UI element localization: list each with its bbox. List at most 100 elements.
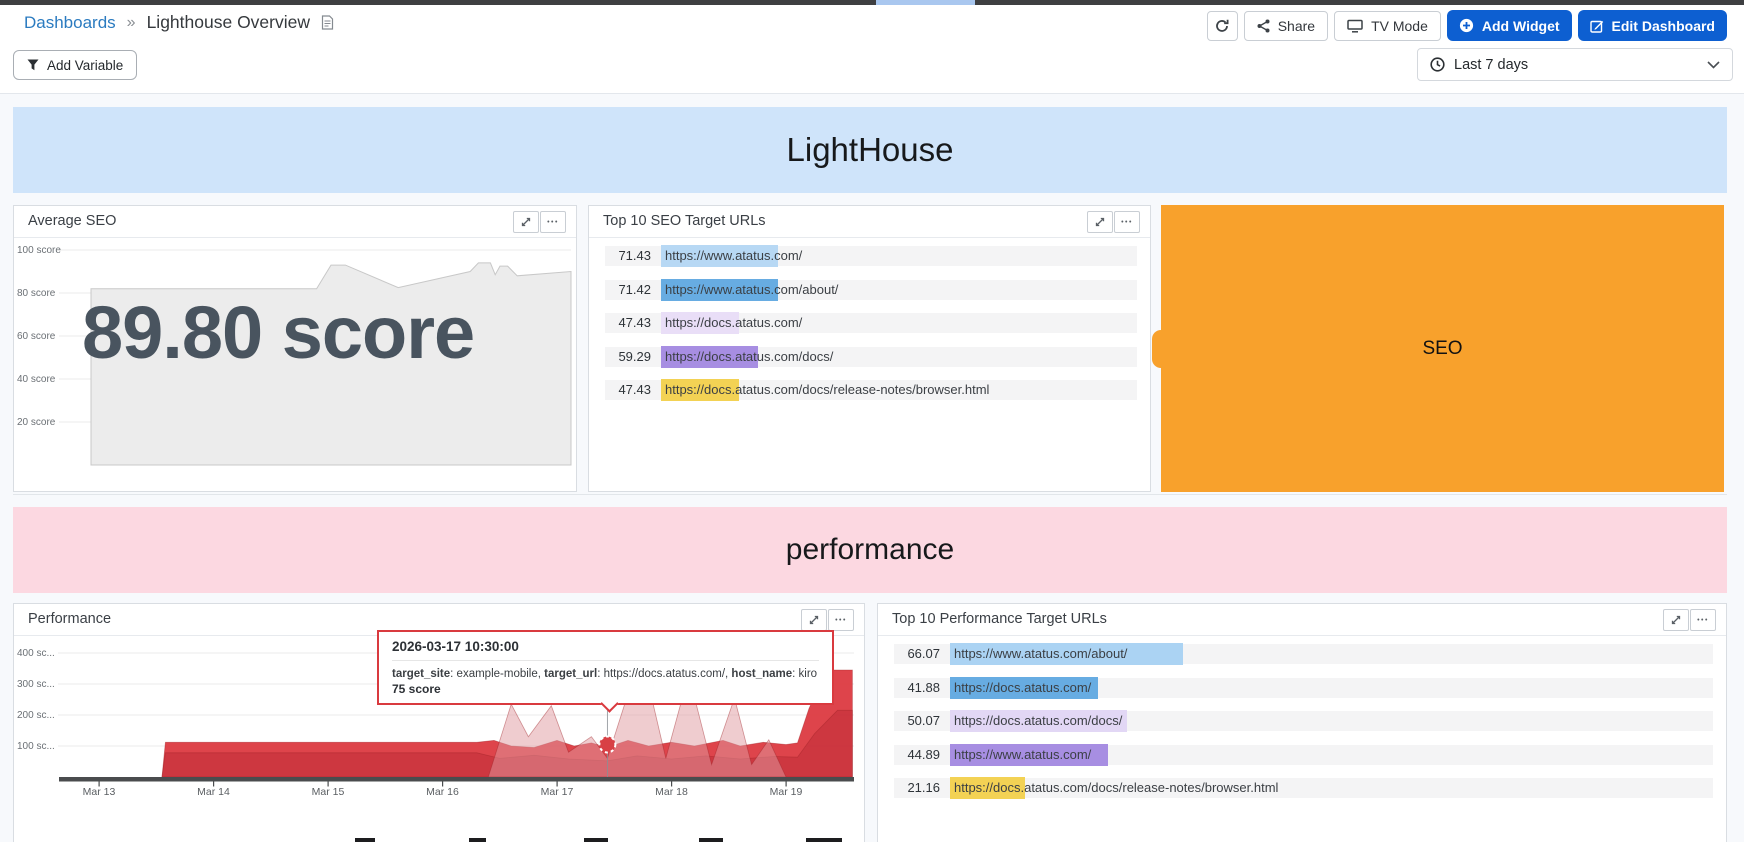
banner-performance-text: performance [786, 533, 954, 567]
row-value: 21.16 [894, 778, 940, 798]
row-value: 47.43 [605, 380, 651, 400]
row-url[interactable]: https://docs.atatus.com/ [665, 313, 802, 333]
svg-text:400 sc...: 400 sc... [17, 648, 55, 659]
add-widget-button[interactable]: Add Widget [1447, 10, 1572, 41]
clock-icon [1430, 57, 1445, 72]
expand-icon[interactable] [513, 211, 539, 233]
row-value: 71.42 [605, 280, 651, 300]
row-url[interactable]: https://www.atatus.com/ [665, 246, 802, 266]
tv-icon [1347, 19, 1363, 33]
widget-title: Performance [28, 611, 111, 627]
widget-drag-handle[interactable] [1152, 330, 1170, 368]
row-url[interactable]: https://docs.atatus.com/docs/release-not… [954, 778, 1278, 798]
row-value: 66.07 [894, 644, 940, 664]
table-row[interactable]: 44.89 https://www.atatus.com/ [894, 745, 1713, 765]
tooltip-score: 75 score [392, 682, 819, 696]
svg-text:80 score: 80 score [17, 288, 56, 299]
scroll-thumb[interactable] [876, 0, 975, 5]
add-variable-button[interactable]: Add Variable [13, 50, 137, 80]
ellipsis-icon[interactable]: ••• [1114, 211, 1140, 233]
expand-icon[interactable] [801, 609, 827, 631]
widget-performance: Performance ••• 400 sc...300 sc...200 sc… [13, 603, 865, 842]
widget-seo-note: SEO [1161, 205, 1724, 492]
filter-icon [27, 59, 39, 71]
breadcrumb: Dashboards » Lighthouse Overview [24, 12, 334, 33]
widget-average-seo-header: Average SEO ••• [14, 206, 576, 238]
svg-text:Mar 16: Mar 16 [426, 786, 459, 798]
widget-top-performance-urls: Top 10 Performance Target URLs ••• 66.07… [877, 603, 1727, 842]
row-value: 59.29 [605, 347, 651, 367]
seo-note-label: SEO [1422, 338, 1462, 360]
table-row[interactable]: 71.43 https://www.atatus.com/ [605, 246, 1137, 266]
widget-title: Top 10 SEO Target URLs [603, 213, 766, 229]
chart-tooltip: 2026-03-17 10:30:00 target_site: example… [377, 630, 834, 705]
ellipsis-icon[interactable]: ••• [828, 609, 854, 631]
widget-title: Top 10 Performance Target URLs [892, 611, 1107, 627]
svg-text:Mar 17: Mar 17 [541, 786, 574, 798]
time-range-value: Last 7 days [1454, 57, 1528, 73]
edit-dashboard-button[interactable]: Edit Dashboard [1578, 10, 1727, 41]
tooltip-body: target_site: example-mobile, target_url:… [392, 668, 819, 680]
average-seo-big-value: 89.80 score [82, 290, 474, 375]
edit-dashboard-label: Edit Dashboard [1612, 18, 1715, 34]
svg-text:20 score: 20 score [17, 417, 56, 428]
svg-text:Mar 15: Mar 15 [312, 786, 345, 798]
row-value: 47.43 [605, 313, 651, 333]
row-url[interactable]: https://www.atatus.com/about/ [954, 644, 1127, 664]
row-divider [13, 494, 1727, 495]
widget-top-seo-urls: Top 10 SEO Target URLs ••• 71.43 https:/… [588, 205, 1151, 492]
breadcrumb-dashboards-link[interactable]: Dashboards [24, 13, 116, 33]
share-label: Share [1278, 18, 1315, 34]
header: Dashboards » Lighthouse Overview Share [0, 0, 1744, 94]
table-row[interactable]: 50.07 https://docs.atatus.com/docs/ [894, 711, 1713, 731]
row-url[interactable]: https://docs.atatus.com/docs/release-not… [665, 380, 989, 400]
row-url[interactable]: https://docs.atatus.com/docs/ [954, 711, 1122, 731]
tv-mode-button[interactable]: TV Mode [1334, 11, 1441, 41]
table-row[interactable]: 21.16 https://docs.atatus.com/docs/relea… [894, 778, 1713, 798]
row-url[interactable]: https://docs.atatus.com/ [954, 678, 1091, 698]
ellipsis-icon[interactable]: ••• [540, 211, 566, 233]
row-value: 41.88 [894, 678, 940, 698]
table-row[interactable]: 47.43 https://docs.atatus.com/docs/relea… [605, 380, 1137, 400]
share-button[interactable]: Share [1244, 11, 1328, 41]
header-actions: Share TV Mode Add Widget Edit Dashboard [1207, 10, 1727, 41]
table-row[interactable]: 66.07 https://www.atatus.com/about/ [894, 644, 1713, 664]
widget-average-seo: Average SEO ••• 100 score 80 score 60 scor… [13, 205, 577, 492]
refresh-button[interactable] [1207, 11, 1238, 41]
svg-text:Mar 18: Mar 18 [655, 786, 688, 798]
row-url[interactable]: https://www.atatus.com/about/ [665, 280, 838, 300]
tv-mode-label: TV Mode [1371, 18, 1428, 34]
banner-lighthouse: LightHouse [13, 107, 1727, 193]
banner-lighthouse-text: LightHouse [787, 131, 954, 169]
svg-text:Mar 19: Mar 19 [770, 786, 803, 798]
row-url[interactable]: https://docs.atatus.com/docs/ [665, 347, 833, 367]
row-value: 50.07 [894, 711, 940, 731]
svg-text:Mar 14: Mar 14 [197, 786, 230, 798]
table-row[interactable]: 41.88 https://docs.atatus.com/ [894, 678, 1713, 698]
svg-text:100 score: 100 score [17, 245, 61, 256]
widget-top-seo-header: Top 10 SEO Target URLs ••• [589, 206, 1150, 238]
share-icon [1257, 19, 1270, 33]
svg-text:100 sc...: 100 sc... [17, 741, 55, 752]
refresh-icon [1215, 19, 1229, 33]
ellipsis-icon[interactable]: ••• [1690, 609, 1716, 631]
dashboard-page: Dashboards » Lighthouse Overview Share [0, 0, 1744, 842]
banner-performance: performance [13, 507, 1727, 593]
expand-icon[interactable] [1087, 211, 1113, 233]
tooltip-timestamp: 2026-03-17 10:30:00 [392, 639, 819, 661]
svg-text:60 score: 60 score [17, 331, 56, 342]
row-url[interactable]: https://www.atatus.com/ [954, 745, 1091, 765]
edit-icon [1590, 19, 1604, 33]
add-variable-label: Add Variable [47, 58, 123, 73]
table-row[interactable]: 71.42 https://www.atatus.com/about/ [605, 280, 1137, 300]
plus-circle-icon [1459, 18, 1474, 33]
svg-text:Mar 13: Mar 13 [83, 786, 116, 798]
expand-icon[interactable] [1663, 609, 1689, 631]
document-icon [321, 15, 334, 30]
time-range-select[interactable]: Last 7 days [1417, 48, 1733, 81]
top-scroll-strip [0, 0, 1744, 5]
table-row[interactable]: 47.43 https://docs.atatus.com/ [605, 313, 1137, 333]
table-row[interactable]: 59.29 https://docs.atatus.com/docs/ [605, 347, 1137, 367]
add-widget-label: Add Widget [1482, 18, 1560, 34]
row-value: 71.43 [605, 246, 651, 266]
